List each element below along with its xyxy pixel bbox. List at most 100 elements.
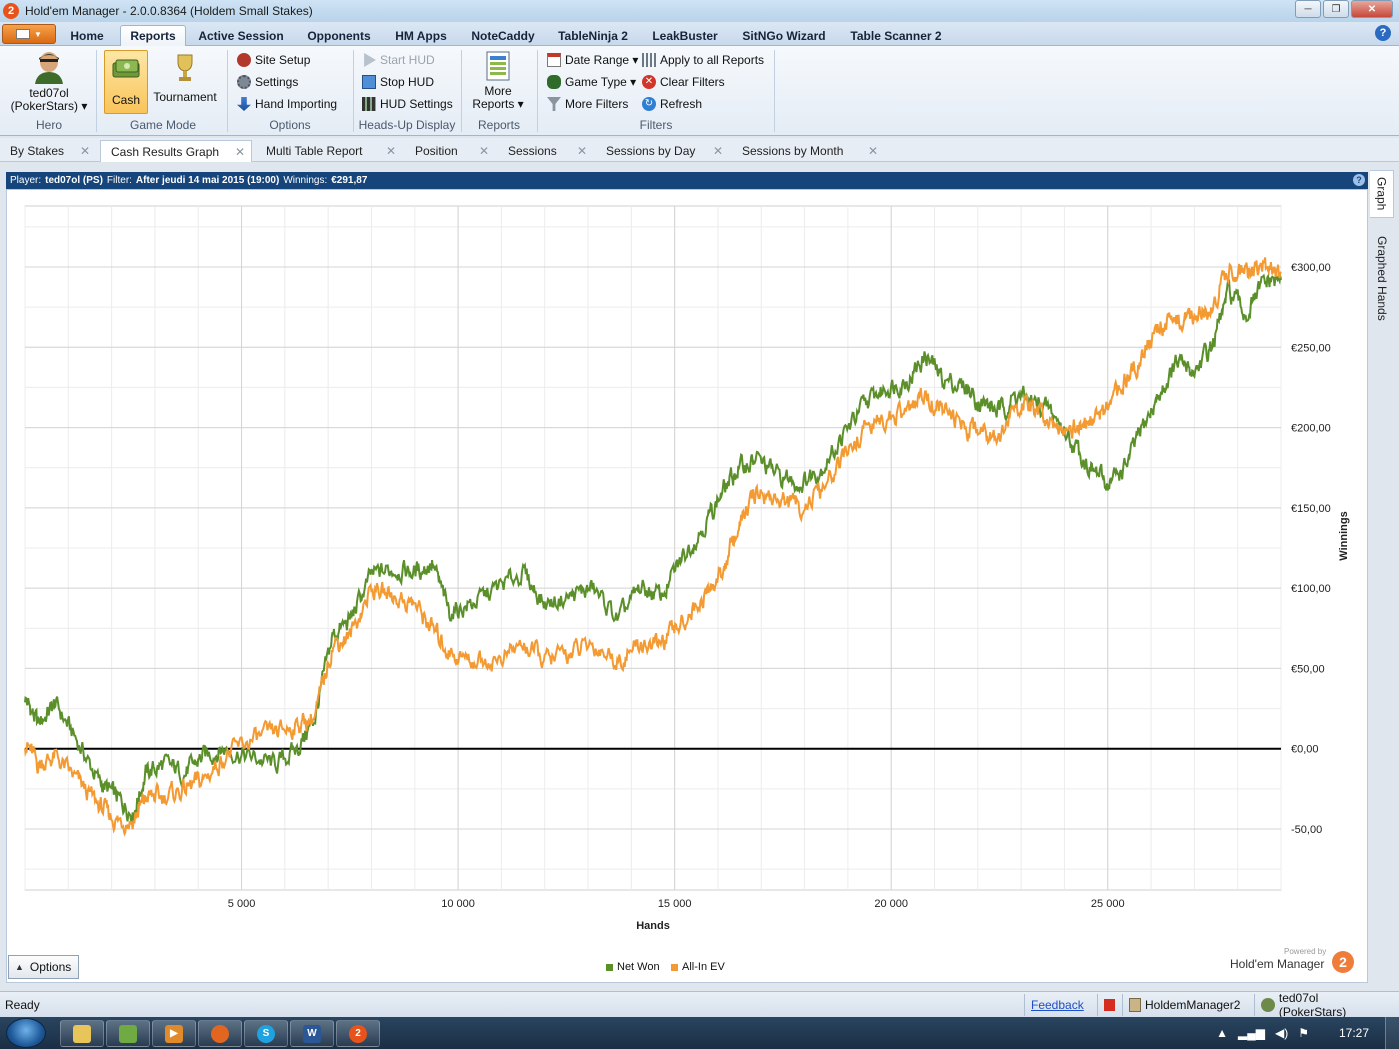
ribbon-tab-opponents[interactable]: Opponents — [298, 25, 380, 46]
apply-all-icon — [642, 53, 656, 67]
speaker-icon[interactable]: ◀) — [1275, 1026, 1288, 1040]
reports-group-label: Reports — [477, 118, 521, 132]
ribbon-tab-active-session[interactable]: Active Session — [192, 25, 290, 46]
clear-filters-label: Clear Filters — [660, 75, 725, 89]
taskbar-media-player[interactable]: ▶ — [152, 1020, 196, 1047]
close-icon[interactable]: ✕ — [577, 144, 587, 158]
player-avatar-icon — [1261, 998, 1275, 1012]
application-menu-button[interactable]: ▼ — [2, 24, 56, 44]
report-tab-sessions-by-day[interactable]: Sessions by Day ✕ — [596, 140, 729, 162]
side-tab-bar: Graph Graphed Hands — [1370, 168, 1394, 983]
close-button[interactable]: ✕ — [1351, 0, 1393, 18]
options-button[interactable]: ▲ Options — [8, 955, 79, 979]
y-tick-label: €200,00 — [1291, 423, 1331, 435]
app-status-cell[interactable]: HoldemManager2 — [1122, 994, 1252, 1016]
ribbon-tab-bar: ▼ Home Reports Active Session Opponents … — [0, 22, 1399, 46]
close-icon[interactable]: ✕ — [386, 144, 396, 158]
options-label: Options — [29, 960, 72, 974]
side-tab-graphed-hands[interactable]: Graphed Hands — [1370, 230, 1394, 326]
help-icon[interactable]: ? — [1353, 174, 1365, 186]
taskbar-skype[interactable]: S — [244, 1020, 288, 1047]
status-ready: Ready — [5, 998, 40, 1012]
winnings-value: €291,87 — [331, 175, 368, 186]
start-button[interactable] — [6, 1018, 46, 1048]
x-tick-label: 5 000 — [228, 898, 256, 910]
x-tick-label: 25 000 — [1091, 898, 1125, 910]
ribbon-tab-notecaddy[interactable]: NoteCaddy — [464, 25, 542, 46]
filter-value: After jeudi 14 mai 2015 (19:00) — [135, 175, 280, 186]
more-filters-button[interactable]: More Filters — [547, 94, 628, 114]
refresh-button[interactable]: ↻ Refresh — [642, 94, 702, 114]
show-desktop-button[interactable] — [1385, 1017, 1399, 1049]
ribbon-tab-table-scanner[interactable]: Table Scanner 2 — [844, 25, 948, 46]
more-reports-label-2: Reports ▾ — [472, 97, 524, 111]
feedback-cell: Feedback — [1024, 994, 1096, 1016]
signal-icon[interactable]: ▂▄▆ — [1238, 1026, 1265, 1040]
minimize-button[interactable]: ─ — [1295, 0, 1321, 18]
help-icon[interactable]: ? — [1375, 25, 1391, 41]
powered-by-logo: Powered by Hold'em Manager 2 — [1228, 947, 1358, 977]
feedback-link[interactable]: Feedback — [1031, 998, 1084, 1012]
settings-button[interactable]: Settings — [237, 72, 298, 92]
flag-cell[interactable] — [1097, 994, 1121, 1016]
date-range-button[interactable]: Date Range ▾ — [547, 50, 638, 70]
maximize-button[interactable]: ❐ — [1323, 0, 1349, 18]
game-type-button[interactable]: Game Type ▾ — [547, 72, 636, 92]
apply-all-reports-button[interactable]: Apply to all Reports — [642, 50, 764, 70]
report-tab-label: Multi Table Report — [266, 144, 363, 158]
close-icon[interactable]: ✕ — [479, 144, 489, 158]
stop-hud-label: Stop HUD — [380, 75, 435, 89]
taskbar-word[interactable]: W — [290, 1020, 334, 1047]
report-tab-sessions[interactable]: Sessions ✕ — [498, 140, 593, 162]
y-tick-label: -50,00 — [1291, 824, 1322, 836]
close-icon[interactable]: ✕ — [713, 144, 723, 158]
stop-hud-button[interactable]: Stop HUD — [362, 72, 434, 92]
close-icon[interactable]: ✕ — [80, 144, 90, 158]
hero-selector[interactable]: ted07ol (PokerStars) ▾ — [8, 50, 90, 116]
play-icon — [364, 53, 376, 67]
ribbon-tab-home[interactable]: Home — [60, 25, 114, 46]
hud-settings-button[interactable]: HUD Settings — [362, 94, 453, 114]
taskbar-network[interactable] — [106, 1020, 150, 1047]
taskbar-explorer[interactable] — [60, 1020, 104, 1047]
ribbon-tab-leakbuster[interactable]: LeakBuster — [646, 25, 724, 46]
ribbon-tab-tableninja[interactable]: TableNinja 2 — [550, 25, 636, 46]
taskbar-holdem-manager[interactable]: 2 — [336, 1020, 380, 1047]
side-tab-graph[interactable]: Graph — [1370, 170, 1394, 218]
ribbon-separator — [537, 50, 538, 132]
report-tab-bar: By Stakes ✕ Cash Results Graph ✕ Multi Tab… — [0, 138, 1399, 162]
clock[interactable]: 17:27 — [1339, 1026, 1369, 1040]
cash-mode-button[interactable]: Cash — [104, 50, 148, 114]
report-tab-multi-table[interactable]: Multi Table Report ✕ — [256, 140, 402, 162]
taskbar-firefox[interactable] — [198, 1020, 242, 1047]
report-tab-cash-results-graph[interactable]: Cash Results Graph ✕ — [100, 140, 252, 162]
tray-expand-icon[interactable]: ▲ — [1216, 1026, 1228, 1040]
clear-filters-button[interactable]: ✕ Clear Filters — [642, 72, 725, 92]
status-bar: Ready Feedback HoldemManager2 ted07ol (P… — [0, 991, 1399, 1019]
tournament-mode-button[interactable]: Tournament — [150, 50, 220, 114]
y-tick-label: €300,00 — [1291, 262, 1331, 274]
clear-icon: ✕ — [642, 75, 656, 89]
flag-tray-icon[interactable]: ⚑ — [1298, 1026, 1309, 1040]
results-graph[interactable]: 5 000 10 000 15 000 20 000 25 000 -50,00 €0,00… — [7, 190, 1367, 950]
report-tab-position[interactable]: Position ✕ — [405, 140, 495, 162]
app-logo-icon[interactable]: 2 — [3, 3, 19, 19]
close-icon[interactable]: ✕ — [868, 144, 878, 158]
system-tray: ▲ ▂▄▆ ◀) ⚑ 17:27 — [1216, 1017, 1399, 1049]
legend-swatch — [671, 963, 678, 971]
more-reports-button[interactable]: More Reports ▾ — [468, 50, 528, 116]
start-hud-button[interactable]: Start HUD — [362, 50, 435, 70]
ribbon-tab-reports[interactable]: Reports — [120, 25, 186, 46]
report-tab-by-stakes[interactable]: By Stakes ✕ — [0, 140, 96, 162]
hand-importing-button[interactable]: Hand Importing — [237, 94, 337, 114]
settings-label: Settings — [255, 75, 299, 89]
hand-importing-label: Hand Importing — [255, 97, 338, 111]
ribbon-tab-hm-apps[interactable]: HM Apps — [386, 25, 456, 46]
site-setup-button[interactable]: Site Setup — [237, 50, 310, 70]
report-tab-label: Sessions — [508, 144, 557, 158]
player-status-cell[interactable]: ted07ol (PokerStars) — [1254, 991, 1394, 1019]
report-tab-label: Position — [415, 144, 458, 158]
report-tab-sessions-by-month[interactable]: Sessions by Month ✕ — [732, 140, 884, 162]
ribbon-tab-sitngo-wizard[interactable]: SitNGo Wizard — [734, 25, 834, 46]
close-icon[interactable]: ✕ — [235, 145, 245, 159]
